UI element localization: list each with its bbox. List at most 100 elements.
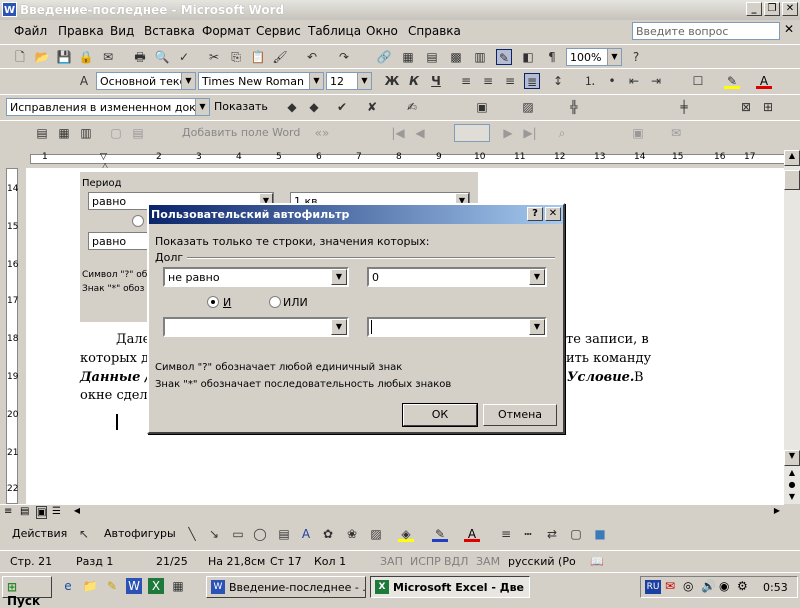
network-icon[interactable]: ◉: [719, 579, 729, 593]
underline-button[interactable]: Ч: [428, 73, 444, 89]
status-ext[interactable]: ВДЛ: [444, 555, 468, 568]
horizontal-ruler[interactable]: 1 ▽ △ 2 3 4 5 6 7 8 9 10 11 12 13 14 15 …: [26, 150, 800, 170]
previous-change-icon[interactable]: ◆: [284, 99, 300, 115]
taskbar-excel-button[interactable]: X Microsoft Excel - Две ...: [370, 576, 530, 598]
language-indicator[interactable]: RU: [645, 580, 661, 594]
menu-insert[interactable]: Вставка: [144, 24, 195, 38]
line-color-icon[interactable]: ✎: [432, 526, 448, 542]
tables-borders-icon[interactable]: ▦: [400, 49, 416, 65]
accept-change-icon[interactable]: ✔: [334, 99, 350, 115]
tray-icon[interactable]: ◎: [683, 579, 693, 593]
status-ovr[interactable]: ЗАМ: [476, 555, 500, 568]
bullets-icon[interactable]: •: [604, 73, 620, 89]
close-window-button[interactable]: ✕: [782, 2, 798, 16]
cancel-button[interactable]: Отмена: [483, 404, 557, 426]
columns-icon[interactable]: ▥: [472, 49, 488, 65]
arrow-style-icon[interactable]: ⇄: [544, 526, 560, 542]
insert-table-icon[interactable]: ▤: [424, 49, 440, 65]
shadow-style-icon[interactable]: ▢: [568, 526, 584, 542]
find-entry-icon[interactable]: ⌕: [554, 125, 570, 141]
fill-color-icon[interactable]: ◈: [398, 526, 414, 542]
menu-window[interactable]: Окно: [366, 24, 398, 38]
numbering-icon[interactable]: ⒈: [582, 73, 598, 89]
show-menu-button[interactable]: Показать: [214, 100, 268, 113]
print-preview-icon[interactable]: 🔍: [154, 49, 170, 65]
wordart-icon[interactable]: A: [298, 526, 314, 542]
drawing-icon[interactable]: ✎: [496, 49, 512, 65]
menu-view[interactable]: Вид: [110, 24, 134, 38]
table-grid-icon[interactable]: ╪: [676, 99, 692, 115]
redo-icon[interactable]: ↷: [336, 49, 352, 65]
borders-icon[interactable]: ☐: [690, 73, 706, 89]
last-record-icon[interactable]: ▶|: [522, 125, 538, 141]
and-radio[interactable]: [207, 296, 219, 308]
excel-quicklaunch-icon[interactable]: X: [148, 578, 164, 594]
condition2-value-input[interactable]: ▼: [367, 317, 547, 337]
reject-change-icon[interactable]: ✘: [364, 99, 380, 115]
insert-comment-icon[interactable]: ✍: [404, 99, 420, 115]
condition1-value-input[interactable]: 0 ▼: [367, 267, 547, 287]
taskbar-word-button[interactable]: W Введение-последнее - ...: [206, 576, 366, 598]
vertical-ruler[interactable]: 14 15 16 17 18 19 20 21 22: [0, 168, 26, 504]
mailmerge-icon[interactable]: ▤: [34, 125, 50, 141]
minimize-button[interactable]: _: [746, 2, 762, 16]
restore-button[interactable]: ❐: [764, 2, 780, 16]
volume-icon[interactable]: 🔊: [701, 579, 716, 593]
help-icon[interactable]: ?: [628, 49, 644, 65]
word-quicklaunch-icon[interactable]: W: [126, 578, 142, 594]
align-right-icon[interactable]: ≡: [502, 73, 518, 89]
align-left-icon[interactable]: ≡: [458, 73, 474, 89]
ok-button[interactable]: ОК: [402, 403, 478, 427]
styles-icon[interactable]: A: [76, 73, 92, 89]
menu-table[interactable]: Таблица: [308, 24, 361, 38]
horizontal-scrollbar[interactable]: ≡ ▤ ▣ ☰ ◀ ▶: [0, 504, 784, 520]
menu-tools[interactable]: Сервис: [256, 24, 301, 38]
bold-button[interactable]: Ж: [384, 73, 400, 89]
document-map-icon[interactable]: ◧: [520, 49, 536, 65]
decrease-indent-icon[interactable]: ⇤: [626, 73, 642, 89]
font-size-select[interactable]: 12 ▼: [326, 72, 372, 90]
insert-field-icon[interactable]: ▥: [78, 125, 94, 141]
reviewing-pane-icon[interactable]: ▣: [474, 99, 490, 115]
save-icon[interactable]: 💾: [56, 49, 72, 65]
next-change-icon[interactable]: ◆: [306, 99, 322, 115]
cut-icon[interactable]: ✂: [206, 49, 222, 65]
condition1-operator-select[interactable]: не равно ▼: [163, 267, 349, 287]
font-select[interactable]: Times New Roman ▼: [198, 72, 324, 90]
rectangle-tool-icon[interactable]: ▭: [230, 526, 246, 542]
draw-actions-button[interactable]: Действия: [12, 527, 67, 540]
print-view-icon[interactable]: ▣: [36, 506, 48, 519]
menu-format[interactable]: Формат: [202, 24, 251, 38]
scroll-thumb[interactable]: [784, 170, 800, 190]
copy-icon[interactable]: ⎘: [228, 49, 244, 65]
clock[interactable]: 0:53: [763, 581, 788, 594]
start-button[interactable]: ⊞ Пуск: [2, 576, 52, 608]
align-center-icon[interactable]: ≡: [480, 73, 496, 89]
textbox-tool-icon[interactable]: ▤: [276, 526, 292, 542]
scroll-up-arrow[interactable]: ▲: [784, 150, 800, 166]
outline-view-icon[interactable]: ☰: [52, 506, 61, 517]
or-radio[interactable]: [269, 296, 281, 308]
email-icon[interactable]: ✉: [100, 49, 116, 65]
prev-page-icon[interactable]: ▲: [784, 468, 800, 480]
oval-tool-icon[interactable]: ◯: [252, 526, 268, 542]
merge-to-doc-icon[interactable]: ▣: [630, 125, 646, 141]
spelling-icon[interactable]: ✓: [176, 49, 192, 65]
ie-icon[interactable]: e: [60, 578, 76, 594]
menu-edit[interactable]: Правка: [58, 24, 104, 38]
line-spacing-icon[interactable]: ↕: [550, 73, 566, 89]
dash-style-icon[interactable]: ┅: [520, 526, 536, 542]
insert-picture-icon[interactable]: ▨: [368, 526, 384, 542]
previous-record-icon[interactable]: ◀: [412, 125, 428, 141]
diagram-icon[interactable]: ✿: [320, 526, 336, 542]
hyperlink-icon[interactable]: 🔗: [376, 49, 392, 65]
antivirus-icon[interactable]: ⚙: [737, 579, 748, 593]
browse-object-icon[interactable]: ●: [784, 480, 800, 492]
increase-indent-icon[interactable]: ⇥: [648, 73, 664, 89]
menu-help[interactable]: Справка: [408, 24, 461, 38]
table-icon[interactable]: ⊞: [760, 99, 776, 115]
arrow-tool-icon[interactable]: ↘: [206, 526, 222, 542]
draw-font-color-icon[interactable]: A: [464, 526, 480, 542]
permission-icon[interactable]: 🔒: [78, 49, 94, 65]
data-source-icon[interactable]: ▦: [56, 125, 72, 141]
